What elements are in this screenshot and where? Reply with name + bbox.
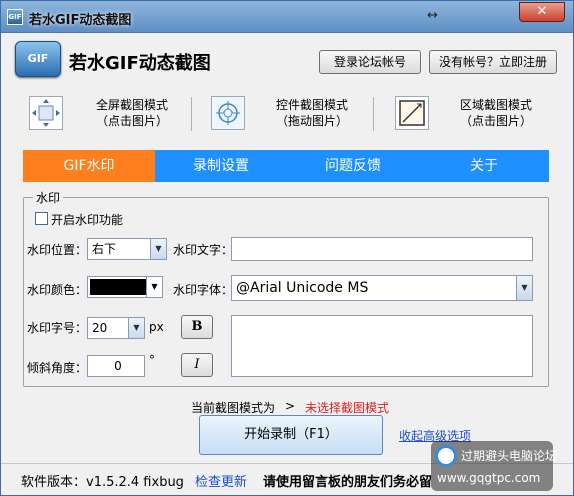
login-forum-button[interactable]: 登录论坛帐号 xyxy=(319,50,421,74)
mode-fullscreen-label: 全屏截图模式 （点击图片） xyxy=(91,97,173,129)
chevron-down-icon[interactable]: ▼ xyxy=(146,277,162,297)
color-swatch xyxy=(90,279,146,295)
mode-fullscreen-title: 全屏截图模式 xyxy=(95,98,168,112)
mode-control-label: 控件截图模式 （拖动图片） xyxy=(269,97,355,129)
text-label: 水印文字： xyxy=(173,243,234,257)
close-button[interactable]: ✕ xyxy=(519,2,565,22)
size-select[interactable]: 20 ▼ xyxy=(87,317,145,339)
angle-label: 倾斜角度： xyxy=(27,361,88,375)
mode-control-sub: （拖动图片） xyxy=(275,114,348,128)
tab-record-settings[interactable]: 录制设置 xyxy=(155,150,287,182)
mode-region-label: 区域截图模式 （点击图片） xyxy=(453,97,539,129)
app-logo: GIF xyxy=(15,41,61,77)
italic-button[interactable]: I xyxy=(181,353,213,377)
color-label: 水印颜色： xyxy=(27,283,88,297)
watermark-logo-icon xyxy=(435,445,457,467)
resize-icon[interactable]: ↔ xyxy=(427,8,438,23)
status-arrow: > xyxy=(285,399,296,413)
app-name: 若水GIF动态截图 xyxy=(69,53,211,74)
register-button[interactable]: 没有帐号？立即注册 xyxy=(429,50,557,74)
position-value: 右下 xyxy=(92,242,117,256)
font-label: 水印字体： xyxy=(173,283,234,297)
divider xyxy=(191,97,192,131)
crosshair-icon[interactable] xyxy=(211,96,245,130)
size-unit: px xyxy=(149,320,164,334)
font-value: @Arial Unicode MS xyxy=(236,280,369,296)
watermark-line2: www.gqgtpc.com xyxy=(437,471,541,485)
capture-mode-status: 未选择截图模式 xyxy=(305,401,390,415)
tab-gif-watermark[interactable]: GIF水印 xyxy=(23,150,155,182)
color-picker[interactable]: ▼ xyxy=(87,276,163,298)
mode-control-title: 控件截图模式 xyxy=(275,98,348,112)
tab-bar: GIF水印 录制设置 问题反馈 关于 xyxy=(23,150,549,182)
size-value: 20 xyxy=(92,321,108,335)
capture-mode-label: 当前截图模式为 xyxy=(191,401,276,415)
app-small-icon: GIF xyxy=(7,9,23,25)
enable-watermark-checkbox[interactable] xyxy=(35,212,48,225)
chevron-down-icon[interactable]: ▼ xyxy=(516,276,532,300)
bold-button[interactable]: B xyxy=(181,315,213,339)
watermark-preview xyxy=(231,315,533,377)
font-select[interactable]: @Arial Unicode MS ▼ xyxy=(231,275,533,301)
watermark-text-input[interactable] xyxy=(231,237,533,261)
size-label: 水印字号： xyxy=(27,321,88,335)
angle-input[interactable]: 0 xyxy=(87,355,145,377)
title-bar[interactable]: GIF 若水GIF动态截图 ↔ ✕ xyxy=(1,1,573,33)
tab-about[interactable]: 关于 xyxy=(419,150,549,182)
window-title: 若水GIF动态截图 xyxy=(29,13,132,28)
mode-region-title: 区域截图模式 xyxy=(459,98,532,112)
site-watermark: 过期避头电脑论坛 www.gqgtpc.com xyxy=(431,441,557,491)
version-text: 软件版本：v1.5.2.4 fixbug xyxy=(21,475,184,490)
mode-fullscreen-sub: （点击图片） xyxy=(95,114,168,128)
chevron-down-icon[interactable]: ▼ xyxy=(150,239,166,259)
check-update-link[interactable]: 检查更新 xyxy=(195,471,247,490)
notice-text: 请使用留言板的朋友们务必留 xyxy=(263,475,433,490)
enable-watermark-label: 开启水印功能 xyxy=(51,213,124,227)
start-recording-button[interactable]: 开始录制（F1） xyxy=(199,415,383,455)
angle-unit: ° xyxy=(149,353,155,367)
watermark-group-title: 水印 xyxy=(33,189,64,206)
mode-region-sub: （点击图片） xyxy=(459,114,532,128)
divider xyxy=(373,97,374,131)
fullscreen-capture-icon[interactable] xyxy=(29,96,63,130)
watermark-line1: 过期避头电脑论坛 xyxy=(461,449,558,463)
region-capture-icon[interactable] xyxy=(395,96,429,130)
tab-feedback[interactable]: 问题反馈 xyxy=(287,150,419,182)
chevron-down-icon[interactable]: ▼ xyxy=(128,318,144,338)
position-select[interactable]: 右下 ▼ xyxy=(87,238,167,260)
position-label: 水印位置： xyxy=(27,243,88,257)
app-window: GIF 若水GIF动态截图 ↔ ✕ GIF 若水GIF动态截图 登录论坛帐号 没… xyxy=(0,0,574,496)
